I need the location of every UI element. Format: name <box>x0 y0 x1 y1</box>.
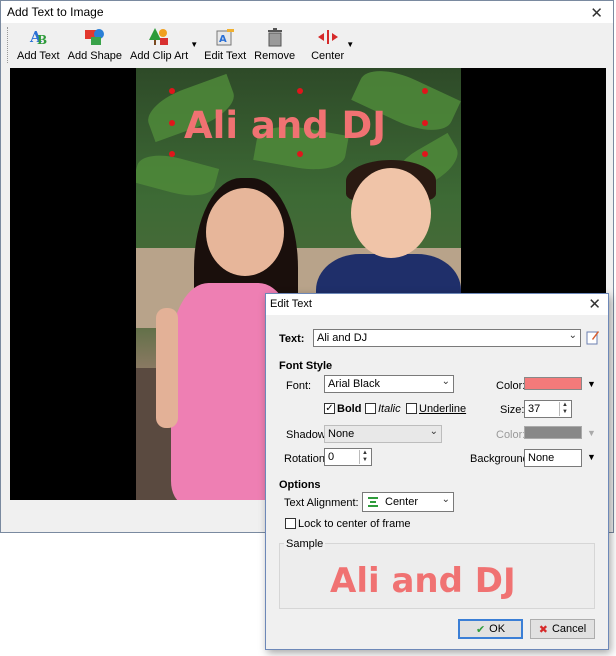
remove-button[interactable]: Remove <box>250 23 299 67</box>
cancel-label: Cancel <box>551 623 587 635</box>
text-input[interactable]: Ali and DJ ⌄ <box>313 329 581 347</box>
selection-handle[interactable] <box>297 88 303 94</box>
edit-text-icon: A <box>214 26 236 48</box>
clip-art-icon <box>148 26 170 48</box>
ok-button[interactable]: ✔ OK <box>458 619 523 639</box>
clip-art-dropdown-icon[interactable]: ▼ <box>190 40 198 49</box>
background-label: Background: <box>470 453 532 465</box>
dialog-title: Edit Text <box>270 298 312 310</box>
align-center-icon <box>367 496 379 511</box>
center-dropdown-icon[interactable]: ▼ <box>346 40 354 49</box>
alignment-select[interactable]: Center ⌄ <box>362 492 454 512</box>
add-shape-label: Add Shape <box>67 50 123 62</box>
selection-handle[interactable] <box>422 88 428 94</box>
bold-label: Bold <box>337 403 362 415</box>
italic-checkbox[interactable] <box>365 403 376 414</box>
selection-handle[interactable] <box>169 120 175 126</box>
alignment-select-value: Center <box>385 496 419 508</box>
center-label: Center <box>311 50 345 62</box>
trash-icon <box>266 26 284 48</box>
add-shape-icon <box>84 26 106 48</box>
background-select-value: None <box>528 452 555 464</box>
svg-text:A: A <box>219 34 227 45</box>
remove-label: Remove <box>254 50 296 62</box>
font-select-value: Arial Black <box>328 378 380 390</box>
shadow-color-label: Color: <box>496 429 526 441</box>
background-select[interactable]: None <box>524 449 582 467</box>
lock-center-label: Lock to center of frame <box>298 518 411 530</box>
color-label: Color: <box>496 380 526 392</box>
photo-boy-face <box>351 168 431 258</box>
main-titlebar: Add Text to Image ✕ <box>1 1 613 23</box>
text-label: Text: <box>279 333 305 345</box>
underline-label: Underline <box>419 403 467 415</box>
alignment-label: Text Alignment: <box>284 497 359 509</box>
shadow-color-dropdown-icon: ▼ <box>587 428 596 438</box>
dialog-close-icon[interactable]: ✕ <box>588 295 601 313</box>
add-clip-art-label: Add Clip Art <box>130 50 189 62</box>
center-button[interactable]: Center ▼ <box>307 23 354 67</box>
lock-center-checkbox[interactable] <box>285 518 296 529</box>
photo-leaf <box>136 148 220 203</box>
add-text-button[interactable]: AB Add Text <box>13 23 64 67</box>
rotation-value: 0 <box>328 451 335 463</box>
shadow-select[interactable]: None ⌄ <box>324 425 442 443</box>
selection-handle[interactable] <box>422 151 428 157</box>
spinner-arrows-icon[interactable]: ▲ ▼ <box>559 402 570 416</box>
spinner-arrows-icon[interactable]: ▲ ▼ <box>359 450 370 464</box>
toolbar: AB Add Text Add Shape Add Clip Art ▼ A E… <box>1 23 613 67</box>
selection-handle[interactable] <box>169 88 175 94</box>
edit-text-label: Edit Text <box>204 50 247 62</box>
cancel-button[interactable]: ✖ Cancel <box>530 619 595 639</box>
selection-handle[interactable] <box>297 151 303 157</box>
size-spinner[interactable]: 37 ▲ ▼ <box>524 400 572 418</box>
shadow-select-value: None <box>328 428 355 440</box>
italic-label: Italic <box>378 403 401 415</box>
selection-handle[interactable] <box>169 151 175 157</box>
sample-heading: Sample <box>284 538 326 550</box>
close-icon[interactable]: ✕ <box>590 4 603 22</box>
rotation-spinner[interactable]: 0 ▲ ▼ <box>324 448 372 466</box>
center-icon <box>316 26 340 48</box>
font-label: Font: <box>286 380 312 392</box>
chevron-down-icon[interactable]: ⌄ <box>569 330 577 341</box>
checkmark-icon: ✔ <box>475 623 486 636</box>
dialog-titlebar: Edit Text ✕ <box>266 294 608 315</box>
edit-text-dialog: Edit Text ✕ Text: Ali and DJ ⌄ Font Styl… <box>265 293 609 650</box>
add-text-icon: AB <box>28 26 48 48</box>
chevron-down-icon[interactable]: ⌄ <box>442 376 450 387</box>
text-color-dropdown-icon[interactable]: ▼ <box>587 379 596 389</box>
shadow-color-swatch <box>524 426 582 439</box>
rotation-label: Rotation: <box>284 453 329 465</box>
sample-preview: Ali and DJ <box>279 543 595 609</box>
background-dropdown-icon[interactable]: ▼ <box>587 452 596 462</box>
text-input-value: Ali and DJ <box>317 332 368 344</box>
size-label: Size: <box>500 404 525 416</box>
main-window-title: Add Text to Image <box>7 5 104 19</box>
photo-girl-arm <box>156 308 178 428</box>
underline-checkbox[interactable] <box>406 403 417 414</box>
shadow-label: Shadow: <box>286 429 329 441</box>
chevron-down-icon[interactable]: ⌄ <box>430 426 438 437</box>
size-value: 37 <box>528 403 541 415</box>
photo-girl-face <box>206 188 284 276</box>
chevron-down-icon[interactable]: ⌄ <box>442 494 450 505</box>
toolbar-grip <box>7 27 10 63</box>
font-style-heading: Font Style <box>279 360 333 372</box>
overlay-text[interactable]: Ali and DJ <box>184 104 386 147</box>
bold-checkbox[interactable]: ✓ <box>324 403 335 414</box>
sample-text: Ali and DJ <box>330 561 516 601</box>
add-clip-art-button[interactable]: Add Clip Art ▼ <box>126 23 198 67</box>
options-heading: Options <box>279 479 321 491</box>
edit-text-button[interactable]: A Edit Text <box>200 23 250 67</box>
svg-text:B: B <box>37 33 47 47</box>
edit-pencil-icon[interactable] <box>586 329 600 348</box>
text-color-swatch[interactable] <box>524 377 582 390</box>
add-text-label: Add Text <box>17 50 60 62</box>
ok-label: OK <box>489 623 506 635</box>
font-select[interactable]: Arial Black ⌄ <box>324 375 454 393</box>
selection-handle[interactable] <box>422 120 428 126</box>
add-shape-button[interactable]: Add Shape <box>64 23 126 67</box>
cancel-x-icon: ✖ <box>538 623 548 636</box>
